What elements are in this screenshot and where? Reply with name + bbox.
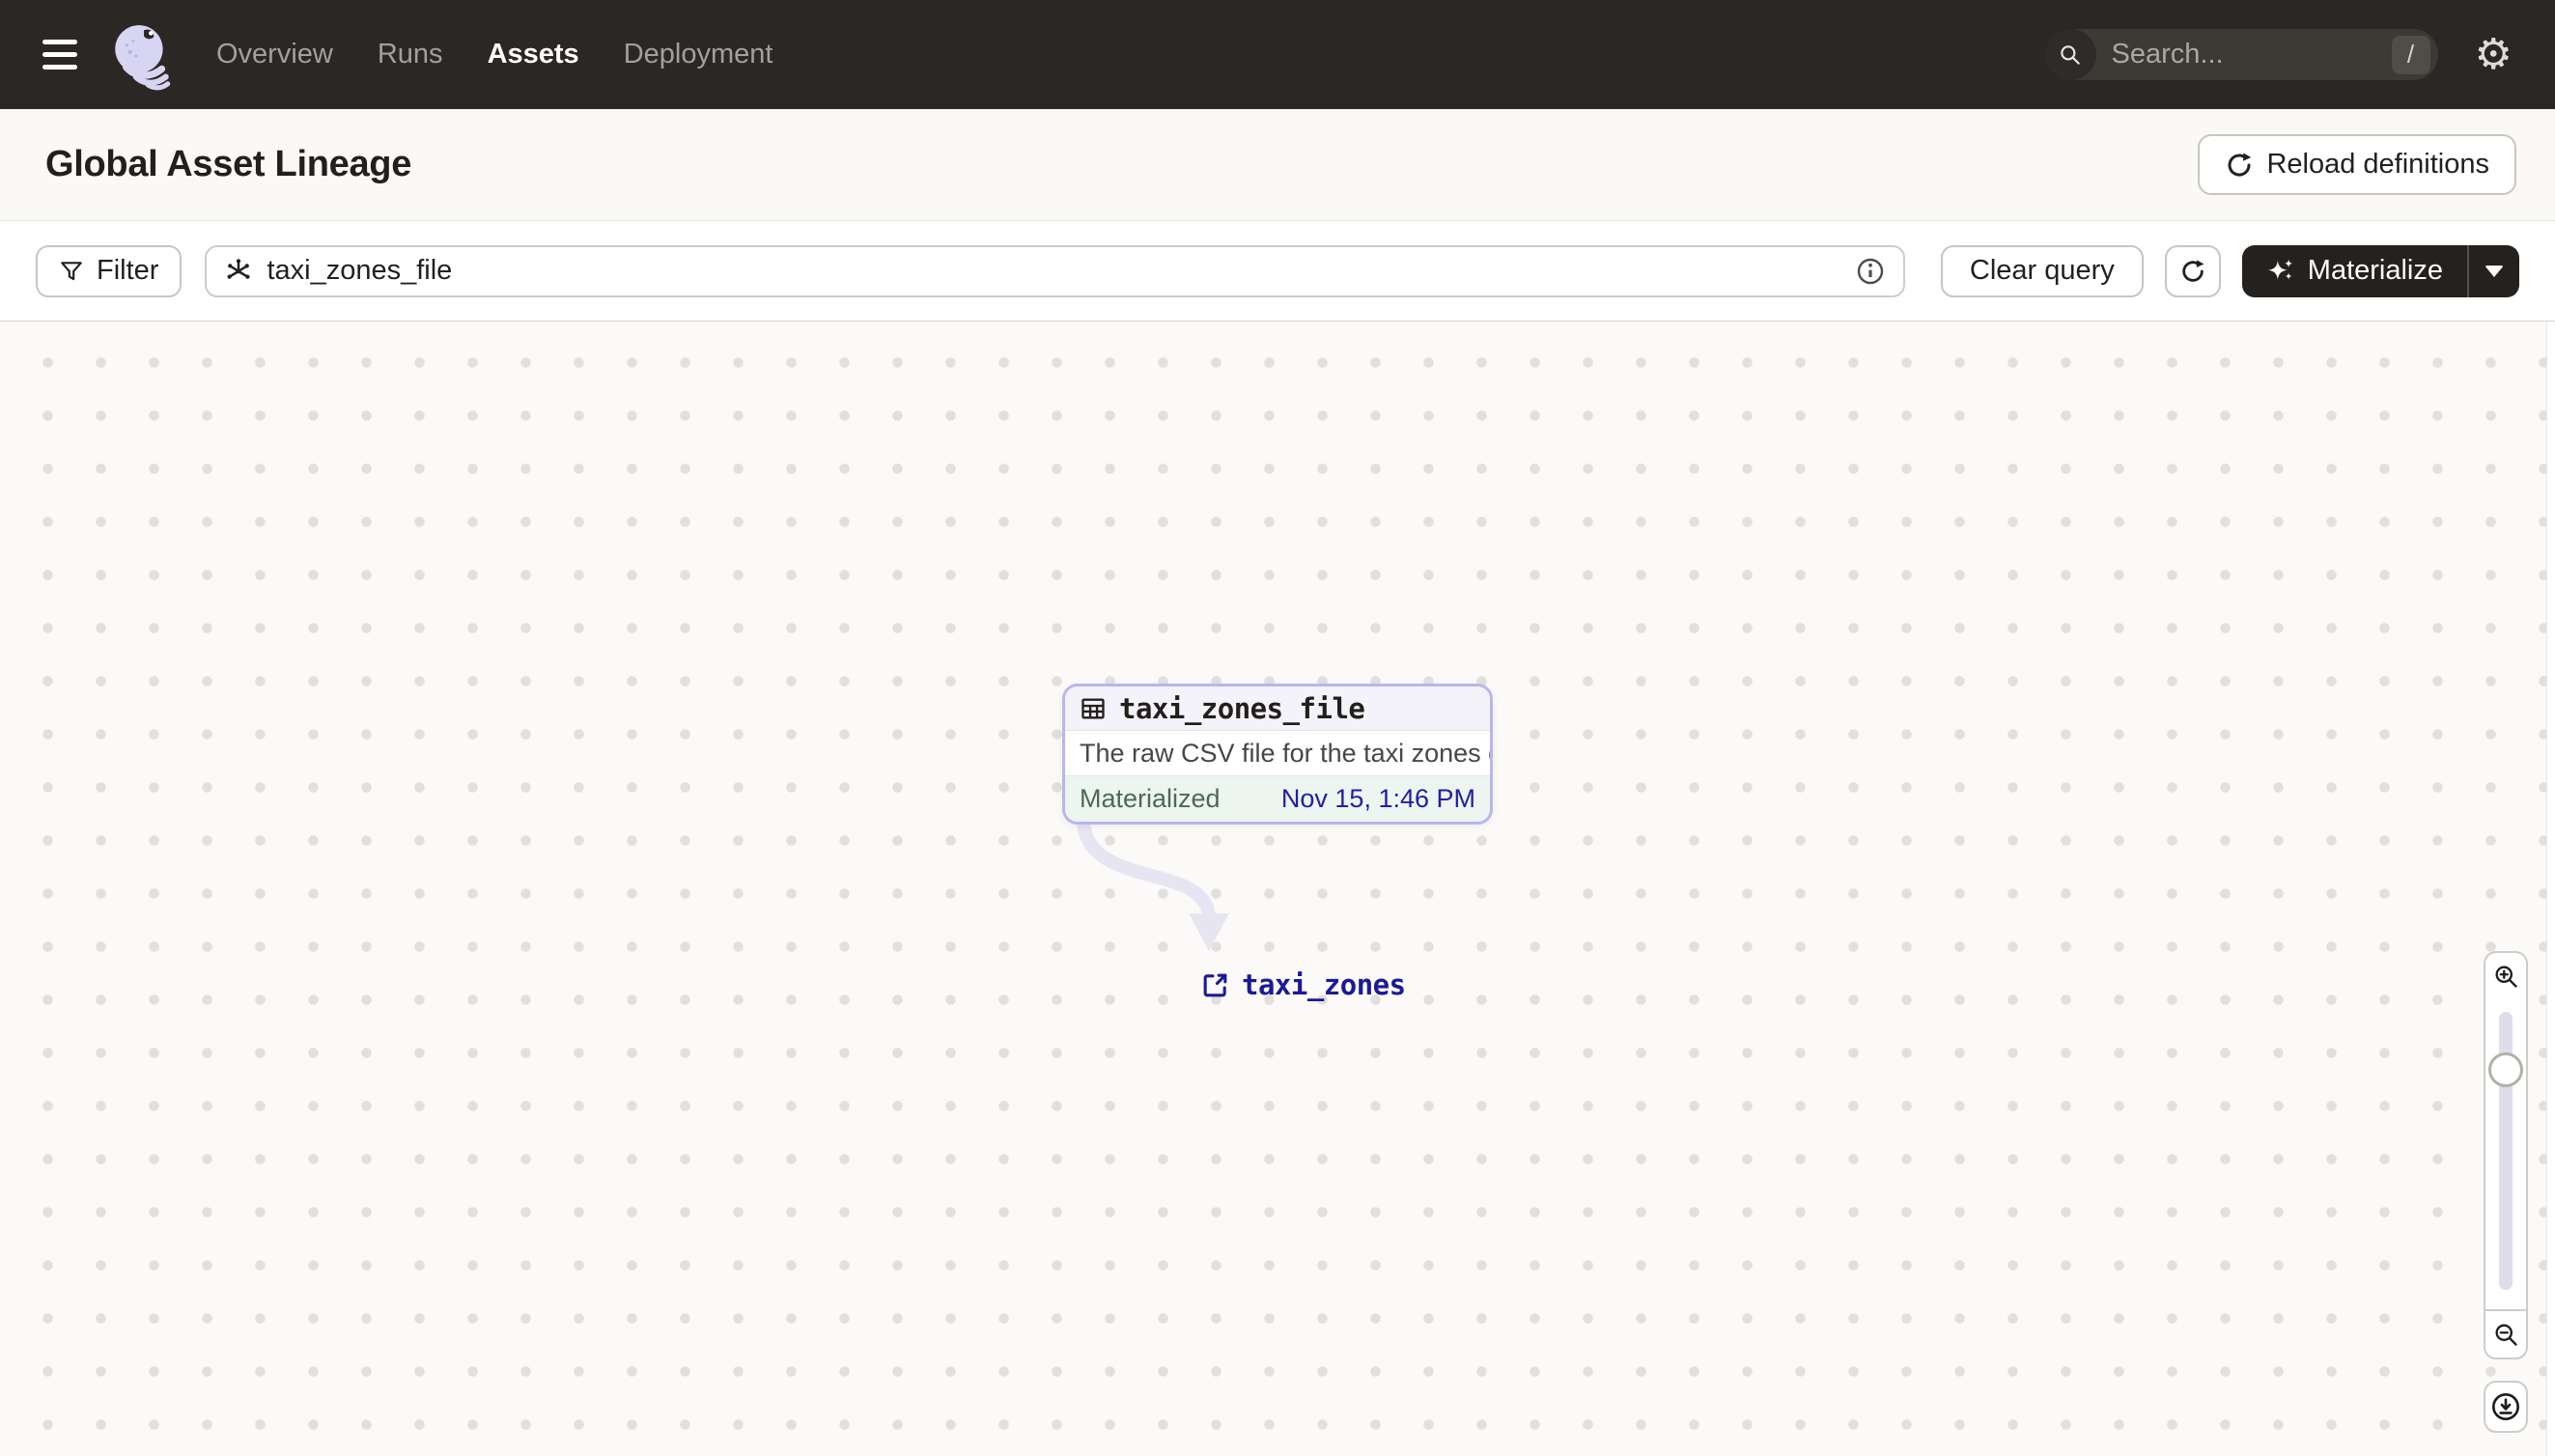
page-header: Global Asset Lineage Reload definitions xyxy=(0,109,2555,221)
lineage-edge xyxy=(1077,816,1229,951)
downstream-asset-label: taxi_zones xyxy=(1242,968,1406,1001)
external-link-icon xyxy=(1203,973,1227,996)
search-icon xyxy=(2044,29,2096,80)
search-shortcut-badge: / xyxy=(2391,35,2430,74)
asset-selection-input[interactable] xyxy=(267,255,1855,287)
reload-definitions-label: Reload definitions xyxy=(2266,149,2489,180)
nav-runs[interactable]: Runs xyxy=(378,39,443,70)
gear-icon[interactable]: ⚙ xyxy=(2475,33,2513,76)
nav-deployment[interactable]: Deployment xyxy=(624,39,773,70)
downstream-asset-taxi-zones[interactable]: taxi_zones xyxy=(1200,968,1406,1001)
zoom-in-button[interactable] xyxy=(2484,951,2528,998)
materialize-button[interactable]: Materialize xyxy=(2242,245,2467,297)
dagster-logo[interactable] xyxy=(106,19,178,91)
table-icon xyxy=(1081,698,1105,718)
reload-definitions-button[interactable]: Reload definitions xyxy=(2198,134,2516,195)
refresh-graph-button[interactable] xyxy=(2164,244,2221,297)
asset-node-header: taxi_zones_file xyxy=(1065,686,1490,731)
lineage-toolbar: Filter Clear query xyxy=(0,221,2555,322)
clear-query-label: Clear query xyxy=(1969,255,2115,286)
graph-query-icon xyxy=(227,258,250,279)
asset-description: The raw CSV file for the taxi zones dat.… xyxy=(1080,738,1490,768)
filter-funnel-icon xyxy=(61,261,82,280)
scrollbar-track[interactable] xyxy=(2546,322,2555,1456)
asset-selection-input-wrap[interactable] xyxy=(205,244,1905,297)
zoom-slider-thumb[interactable] xyxy=(2488,1052,2523,1087)
refresh-icon xyxy=(2182,259,2204,282)
asset-node-taxi-zones-file[interactable]: taxi_zones_file The raw CSV file for the… xyxy=(1062,684,1493,825)
nav-assets[interactable]: Assets xyxy=(488,39,579,70)
materialize-split-button: Materialize xyxy=(2241,244,2519,297)
zoom-out-button[interactable] xyxy=(2484,1309,2528,1359)
lineage-graph-canvas[interactable]: taxi_zones_file The raw CSV file for the… xyxy=(0,322,2555,1456)
nav-overview[interactable]: Overview xyxy=(216,39,333,70)
materialize-label: Materialize xyxy=(2307,255,2443,286)
filter-label: Filter xyxy=(97,255,159,286)
page-title: Global Asset Lineage xyxy=(45,144,412,184)
zoom-slider[interactable] xyxy=(2484,998,2528,1309)
filter-button[interactable]: Filter xyxy=(36,244,182,297)
refresh-icon xyxy=(2228,153,2252,177)
download-image-button[interactable] xyxy=(2484,1381,2528,1433)
sparkles-icon xyxy=(2267,259,2293,280)
chevron-down-icon xyxy=(2485,265,2504,277)
global-search[interactable]: / xyxy=(2044,29,2438,80)
hamburger-menu-icon[interactable] xyxy=(42,34,85,76)
zoom-in-icon xyxy=(2495,966,2517,988)
status-badge: Materialized xyxy=(1080,784,1221,813)
main-nav: Overview Runs Assets Deployment xyxy=(216,39,772,70)
search-input[interactable] xyxy=(2111,39,2392,70)
zoom-out-icon xyxy=(2495,1324,2517,1346)
top-navigation-bar: Overview Runs Assets Deployment / ⚙ xyxy=(0,0,2555,109)
clear-query-button[interactable]: Clear query xyxy=(1940,244,2144,297)
info-icon[interactable] xyxy=(1855,256,1886,287)
asset-status-row: Materialized Nov 15, 1:46 PM xyxy=(1065,775,1490,822)
materialization-timestamp-link[interactable]: Nov 15, 1:46 PM xyxy=(1281,784,1475,814)
asset-name: taxi_zones_file xyxy=(1119,691,1365,725)
download-icon xyxy=(2492,1393,2519,1420)
materialize-dropdown-button[interactable] xyxy=(2469,245,2519,297)
zoom-controls xyxy=(2484,951,2528,1433)
